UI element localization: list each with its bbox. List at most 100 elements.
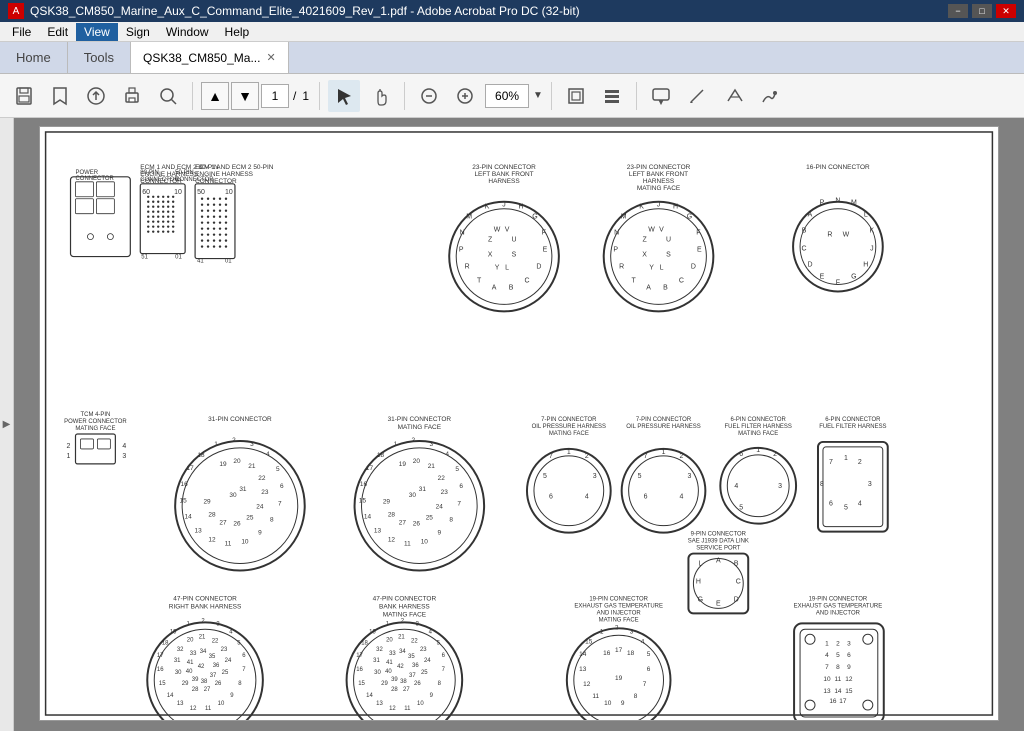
strip-view-icon [602,86,622,106]
svg-text:L: L [660,265,664,272]
upload-icon [86,86,106,106]
text-edit-button[interactable] [717,80,749,112]
separator-5 [636,82,637,110]
svg-text:23: 23 [261,489,269,496]
svg-text:16: 16 [181,481,189,488]
tab-document[interactable]: QSK38_CM850_Ma... ✕ [131,42,289,73]
zoom-out-button[interactable] [413,80,445,112]
svg-text:5: 5 [647,651,651,658]
zoom-search-button[interactable] [152,80,184,112]
menu-sign[interactable]: Sign [118,23,158,41]
svg-text:16: 16 [603,650,611,657]
svg-text:ECM 1 AND ECM 2 50-PIN: ECM 1 AND ECM 2 50-PIN [195,164,274,171]
svg-text:12: 12 [583,681,591,688]
svg-text:37: 37 [409,673,416,679]
svg-text:15: 15 [180,498,188,505]
sign-button[interactable] [753,80,785,112]
svg-text:1: 1 [394,441,398,448]
svg-text:31: 31 [174,658,181,664]
svg-text:23: 23 [441,489,449,496]
comment-icon [651,86,671,106]
close-button[interactable]: ✕ [996,4,1016,18]
svg-text:42: 42 [198,664,205,670]
svg-text:R: R [827,232,832,239]
svg-text:C: C [736,578,741,585]
zoom-in-button[interactable] [449,80,481,112]
svg-text:17: 17 [187,465,195,472]
svg-text:R: R [619,264,624,271]
comment-button[interactable] [645,80,677,112]
strip-view-button[interactable] [596,80,628,112]
tab-home[interactable]: Home [0,42,68,73]
print-button[interactable] [116,80,148,112]
app-icon: A [8,3,24,19]
menu-help[interactable]: Help [217,23,258,41]
svg-text:38: 38 [201,679,208,685]
svg-text:33: 33 [190,651,197,657]
svg-text:26: 26 [233,521,241,528]
bookmark-button[interactable] [44,80,76,112]
zoom-dropdown-arrow[interactable]: ▼ [533,90,543,101]
svg-text:2: 2 [773,451,777,458]
svg-text:ENGINE HARNESS: ENGINE HARNESS [140,171,199,178]
svg-text:CONNECTOR: CONNECTOR [75,176,114,182]
svg-text:22: 22 [438,475,446,482]
svg-text:MATING FACE: MATING FACE [637,185,681,192]
svg-text:1: 1 [214,441,218,448]
svg-text:MATING FACE: MATING FACE [398,424,442,431]
svg-text:31: 31 [239,486,247,493]
svg-text:J: J [657,202,660,209]
cursor-button[interactable] [328,80,360,112]
svg-text:LEFT BANK FRONT: LEFT BANK FRONT [474,171,533,178]
menu-file[interactable]: File [4,23,39,41]
maximize-button[interactable]: □ [972,4,992,18]
svg-text:30: 30 [409,492,417,499]
svg-text:A: A [646,284,651,291]
prev-page-button[interactable]: ▲ [201,82,229,110]
svg-text:20: 20 [187,637,194,643]
left-panel-toggle[interactable]: ▶ [0,118,14,731]
svg-text:3: 3 [593,473,597,480]
window-controls: − □ ✕ [948,4,1016,18]
svg-text:35: 35 [209,654,216,660]
menu-window[interactable]: Window [158,23,217,41]
save-button[interactable] [8,80,40,112]
next-page-button[interactable]: ▼ [231,82,259,110]
fit-page-button[interactable] [560,80,592,112]
svg-text:9: 9 [437,530,441,537]
svg-text:D: D [536,264,541,271]
svg-text:13: 13 [579,666,587,673]
svg-text:47-PIN CONNECTOR: 47-PIN CONNECTOR [373,595,437,602]
pencil-button[interactable] [681,80,713,112]
svg-text:27: 27 [403,687,410,693]
svg-text:28: 28 [388,512,396,519]
tab-close-button[interactable]: ✕ [266,51,275,64]
svg-text:3: 3 [847,640,851,647]
tab-tools[interactable]: Tools [68,42,131,73]
svg-text:D: D [734,596,739,603]
svg-text:31-PIN CONNECTOR: 31-PIN CONNECTOR [208,416,272,423]
svg-text:36: 36 [213,663,220,669]
svg-text:7: 7 [278,501,282,508]
svg-text:OIL PRESSURE HARNESS: OIL PRESSURE HARNESS [626,424,700,430]
menu-edit[interactable]: Edit [39,23,76,41]
svg-text:13: 13 [194,528,202,535]
svg-text:H: H [696,578,701,585]
svg-text:B: B [734,561,739,568]
title-bar: A QSK38_CM850_Marine_Aux_C_Command_Elite… [0,0,1024,22]
svg-text:CONNECTOR: CONNECTOR [195,178,237,185]
minimize-button[interactable]: − [948,4,968,18]
svg-text:11: 11 [225,541,232,548]
zoom-input[interactable] [485,84,529,108]
zoom-search-icon [158,86,178,106]
hand-button[interactable] [364,80,396,112]
menu-view[interactable]: View [76,23,118,41]
zoom-out-icon [420,87,438,105]
svg-text:8: 8 [634,693,638,700]
cursor-icon [335,87,353,105]
page-number-input[interactable] [261,84,289,108]
svg-text:K: K [485,204,490,211]
svg-text:MATING FACE: MATING FACE [383,611,427,618]
svg-text:M: M [851,200,857,207]
upload-button[interactable] [80,80,112,112]
